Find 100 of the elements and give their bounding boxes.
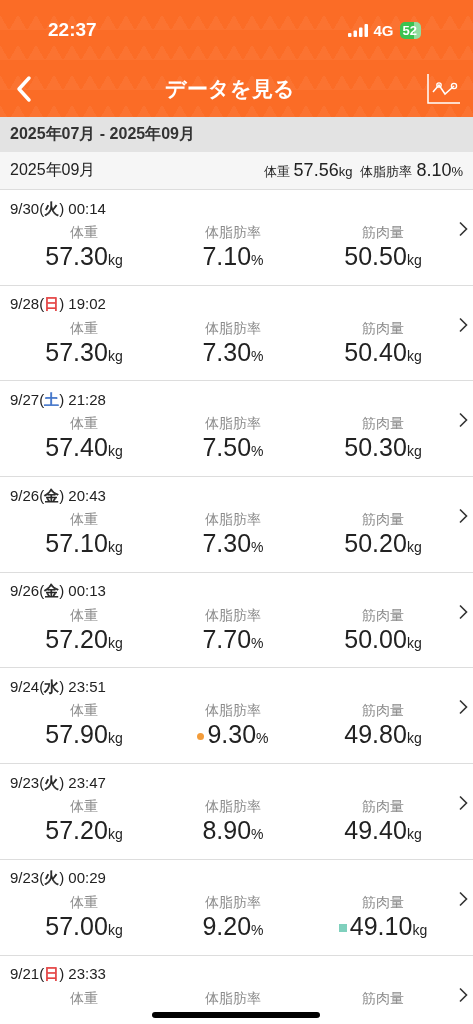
chevron-right-icon xyxy=(458,316,468,333)
summary-value: 8.10 xyxy=(416,160,452,181)
metric-value: 7.10 xyxy=(202,242,252,270)
battery-indicator: 52 xyxy=(399,21,421,39)
unit-label: % xyxy=(251,921,264,938)
unit-label: % xyxy=(451,164,463,179)
signal-icon xyxy=(347,23,368,37)
metric-value: 7.30 xyxy=(202,529,252,558)
unit-label: kg xyxy=(107,443,123,460)
record-row[interactable]: 9/30(火) 00:14 体重 57.30kg 体脂肪率 7.10% 筋肉量 50.50kg xyxy=(0,190,473,286)
unit-label: % xyxy=(251,252,264,268)
metric-value: 49.80 xyxy=(344,720,407,749)
unit-label: kg xyxy=(406,443,422,460)
metric-value: 49.10 xyxy=(349,911,413,940)
metric-label: 体重 xyxy=(69,989,99,1008)
unit-label: kg xyxy=(406,826,422,843)
metric-value: 57.00 xyxy=(45,911,108,940)
metric-label: 体重 xyxy=(69,224,99,242)
chevron-right-icon xyxy=(458,412,468,429)
record-row[interactable]: 9/23(火) 00:29 体重 57.00kg 体脂肪率 9.20% 筋肉量 49.10kg xyxy=(0,859,473,956)
record-date: 9/23(火) 23:47 xyxy=(10,773,107,793)
record-date: 9/28(日) 19:02 xyxy=(10,295,107,315)
metric-value: 50.40 xyxy=(344,337,407,366)
metric-value: 9.20 xyxy=(202,911,252,940)
chevron-right-icon xyxy=(458,795,468,812)
period-range: 2025年07月 - 2025年09月 xyxy=(10,124,195,144)
summary-label: 体重 xyxy=(263,163,290,181)
summary-value: 57.56 xyxy=(293,160,339,181)
back-button[interactable] xyxy=(16,74,32,103)
unit-label: kg xyxy=(406,252,422,268)
unit-label: % xyxy=(251,634,264,651)
chevron-right-icon xyxy=(458,890,468,907)
metric-value: 57.20 xyxy=(45,816,108,845)
unit-label: kg xyxy=(406,347,422,364)
metric-label: 体重 xyxy=(69,319,99,338)
metric-label: 体脂肪率 xyxy=(204,798,262,817)
metric-value: 57.10 xyxy=(45,529,108,558)
chevron-right-icon xyxy=(458,508,468,525)
metric-value: 9.30 xyxy=(207,720,257,749)
metric-label: 体脂肪率 xyxy=(204,989,262,1008)
record-row[interactable]: 9/26(金) 00:13 体重 57.20kg 体脂肪率 7.70% 筋肉量 50.00kg xyxy=(0,572,473,669)
metric-label: 筋肉量 xyxy=(361,224,405,242)
record-date: 9/30(火) 00:14 xyxy=(10,199,107,219)
metric-value: 8.90 xyxy=(202,816,252,845)
back-icon xyxy=(16,74,32,103)
metric-label: 体脂肪率 xyxy=(204,893,262,912)
metric-label: 体重 xyxy=(69,606,99,625)
record-row[interactable]: 9/27(土) 21:28 体重 57.40kg 体脂肪率 7.50% 筋肉量 50.30kg xyxy=(0,381,473,478)
metric-value: 7.50 xyxy=(202,433,252,462)
unit-label: kg xyxy=(107,252,123,268)
metric-value: 50.00 xyxy=(344,624,407,653)
chevron-right-icon xyxy=(458,699,468,716)
record-date: 9/21(日) 23:33 xyxy=(10,965,107,984)
metric-label: 筋肉量 xyxy=(361,989,405,1008)
unit-label: % xyxy=(251,539,264,556)
metric-value: 49.40 xyxy=(344,816,407,845)
summary-label: 体脂肪率 xyxy=(360,163,413,181)
record-row[interactable]: 9/26(金) 20:43 体重 57.10kg 体脂肪率 7.30% 筋肉量 50.20kg xyxy=(0,477,473,573)
metric-value: 57.40 xyxy=(45,433,108,462)
status-time: 22:37 xyxy=(48,19,98,41)
record-row[interactable]: 9/23(火) 23:47 体重 57.20kg 体脂肪率 8.90% 筋肉量 49.40kg xyxy=(0,764,473,860)
network-label: 4G xyxy=(373,21,394,39)
metric-label: 体重 xyxy=(69,702,99,721)
unit-label: kg xyxy=(107,539,123,556)
unit-label: % xyxy=(251,347,264,364)
metric-label: 体脂肪率 xyxy=(204,319,262,338)
unit-label: % xyxy=(251,443,264,460)
record-date: 9/26(金) 20:43 xyxy=(10,486,107,506)
metric-label: 体重 xyxy=(69,511,99,530)
metric-label: 体脂肪率 xyxy=(204,702,262,721)
unit-label: kg xyxy=(406,634,422,651)
record-date: 9/24(水) 23:51 xyxy=(10,677,107,697)
metric-label: 筋肉量 xyxy=(361,702,405,721)
metric-label: 筋肉量 xyxy=(361,798,405,817)
metric-value: 57.30 xyxy=(45,242,108,270)
metric-label: 筋肉量 xyxy=(361,606,405,625)
metric-label: 体脂肪率 xyxy=(204,415,262,434)
metric-label: 体脂肪率 xyxy=(204,224,262,242)
metric-label: 体重 xyxy=(69,415,99,434)
unit-label: kg xyxy=(107,634,123,651)
page-title: データを見る xyxy=(163,75,296,102)
record-date: 9/27(土) 21:28 xyxy=(10,390,107,410)
chart-button[interactable] xyxy=(427,73,461,104)
unit-label: kg xyxy=(412,921,428,938)
metric-label: 筋肉量 xyxy=(361,511,405,530)
record-date: 9/26(金) 00:13 xyxy=(10,582,107,602)
metric-label: 体脂肪率 xyxy=(204,511,262,530)
metric-label: 体脂肪率 xyxy=(204,606,262,625)
record-row[interactable]: 9/28(日) 19:02 体重 57.30kg 体脂肪率 7.30% 筋肉量 50.40kg xyxy=(0,285,473,382)
metric-value: 50.30 xyxy=(344,433,407,462)
metric-value: 57.30 xyxy=(45,337,108,366)
record-row[interactable]: 9/24(水) 23:51 体重 57.90kg 体脂肪率 9.30% 筋肉量 49.80kg xyxy=(0,668,473,765)
month-label: 2025年09月 xyxy=(10,160,97,180)
metric-value: 50.50 xyxy=(344,242,407,270)
unit-label: kg xyxy=(107,826,123,843)
metric-value: 7.30 xyxy=(202,337,252,366)
metric-label: 体重 xyxy=(69,798,99,817)
unit-label: kg xyxy=(107,347,123,364)
metric-label: 筋肉量 xyxy=(361,319,405,338)
metric-label: 筋肉量 xyxy=(361,893,405,912)
